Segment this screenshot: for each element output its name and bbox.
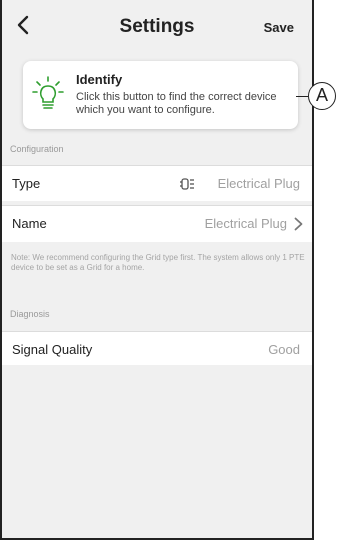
phone-screen: Settings Save Identify Click this button… [0, 0, 314, 540]
diagnosis-section-label: Diagnosis [10, 309, 50, 319]
save-button[interactable]: Save [264, 20, 294, 35]
identify-description: Click this button to find the correct de… [76, 91, 277, 116]
signal-quality-label: Signal Quality [12, 342, 93, 357]
configuration-section-label: Configuration [10, 144, 64, 154]
grid-note: Note: We recommend configuring the Grid … [11, 253, 305, 272]
callout-connector [296, 96, 308, 97]
app-header: Settings Save [2, 0, 312, 52]
chevron-right-icon [294, 217, 303, 231]
callout-marker: A [308, 82, 336, 110]
lightbulb-icon [32, 76, 64, 109]
signal-quality-row: Signal Quality Good [2, 331, 312, 365]
identify-button[interactable]: Identify Click this button to find the c… [23, 61, 298, 129]
type-label: Type [12, 176, 41, 191]
signal-quality-value: Good [268, 342, 300, 357]
name-value: Electrical Plug [204, 216, 287, 231]
type-row[interactable]: Type Electrical Plug [2, 165, 312, 201]
name-row[interactable]: Name Electrical Plug [2, 205, 312, 242]
plug-icon [180, 178, 194, 190]
identify-title: Identify [76, 72, 123, 87]
name-label: Name [12, 216, 47, 231]
type-value: Electrical Plug [217, 176, 300, 191]
